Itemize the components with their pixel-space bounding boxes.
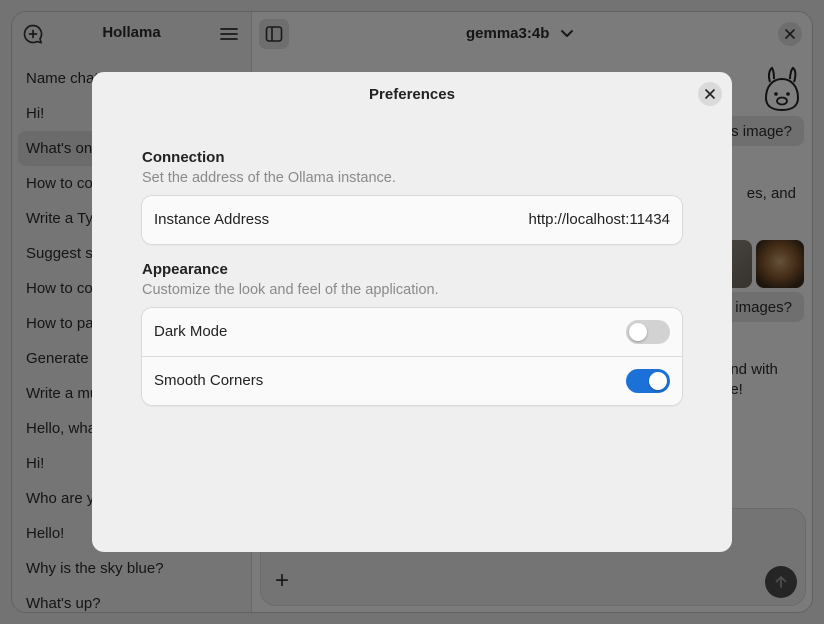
preferences-dialog: Preferences Connection Set the address o… xyxy=(92,72,732,552)
connection-section-title: Connection xyxy=(142,149,225,166)
smooth-corners-row: Smooth Corners xyxy=(142,356,682,405)
dialog-title: Preferences xyxy=(369,86,455,103)
connection-section-subtitle: Set the address of the Ollama instance. xyxy=(142,170,396,186)
smooth-corners-label: Smooth Corners xyxy=(154,372,264,389)
appearance-card: Dark Mode Smooth Corners xyxy=(142,308,682,405)
dark-mode-switch[interactable] xyxy=(626,320,670,344)
dark-mode-label: Dark Mode xyxy=(154,323,228,340)
instance-address-input[interactable]: http://localhost:11434 xyxy=(529,211,671,228)
switch-knob xyxy=(629,323,647,341)
appearance-section-subtitle: Customize the look and feel of the appli… xyxy=(142,282,439,298)
dark-mode-row: Dark Mode xyxy=(142,308,682,356)
dialog-close-button[interactable] xyxy=(698,82,722,106)
switch-knob xyxy=(649,372,667,390)
appearance-section-title: Appearance xyxy=(142,261,228,278)
connection-card: Instance Address http://localhost:11434 xyxy=(142,196,682,244)
instance-address-row[interactable]: Instance Address http://localhost:11434 xyxy=(142,196,682,244)
instance-address-label: Instance Address xyxy=(154,211,270,228)
smooth-corners-switch[interactable] xyxy=(626,369,670,393)
